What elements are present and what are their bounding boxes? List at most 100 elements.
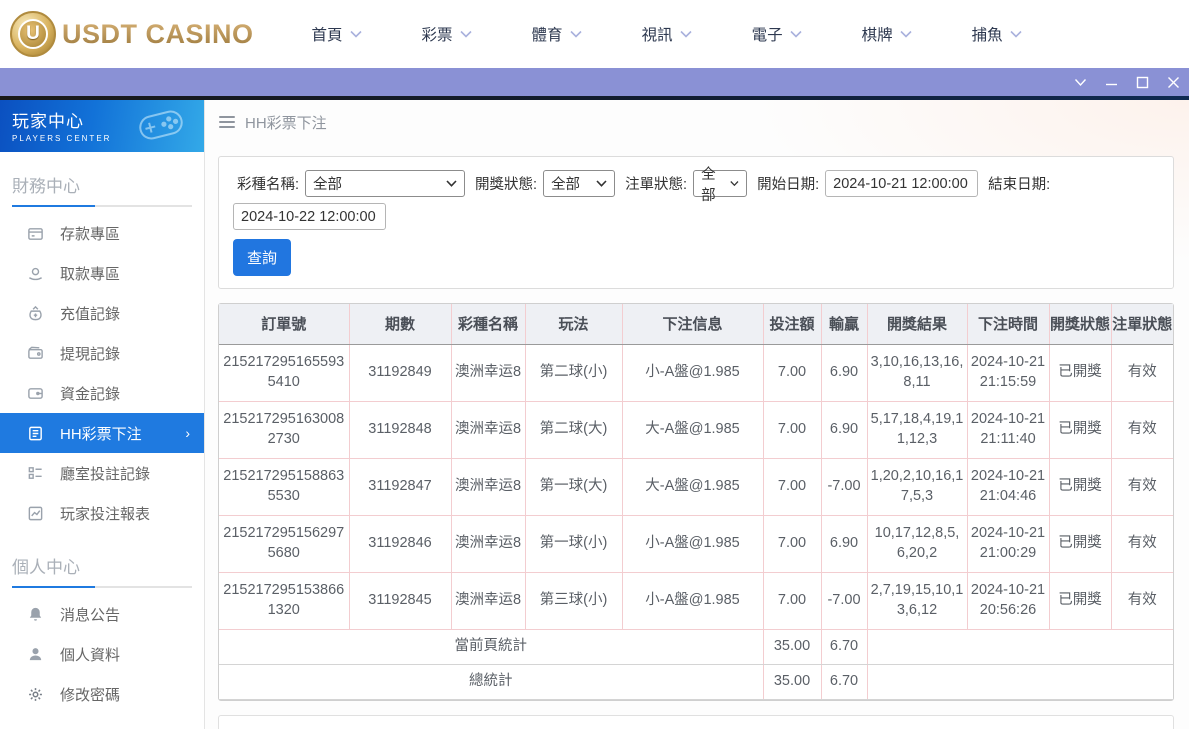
order-status-select[interactable]: 全部 [693,170,747,197]
player-report-icon [26,504,44,522]
main-nav: 首頁 彩票 體育 視訊 電子 棋牌 捕魚 [312,23,1022,45]
col-draw-result: 開獎結果 [867,304,967,344]
nav-item-cards[interactable]: 棋牌 [862,23,912,45]
top-header: U USDT CASINO 首頁 彩票 體育 視訊 電子 棋牌 捕魚 [0,0,1189,68]
table-row: 2152172951562975680 31192846 澳洲幸运8 第一球(小… [219,515,1173,572]
end-date-label: 結束日期: [988,173,1050,194]
sidebar-item-profile[interactable]: 個人資料 [0,634,204,674]
window-chevron-button[interactable] [1065,68,1096,96]
nav-item-live[interactable]: 視訊 [642,23,692,45]
notice-icon [26,605,44,623]
lottery-name-select[interactable]: 全部 [305,170,465,197]
col-bet-time: 下注時間 [967,304,1049,344]
sidebar-item-change-password[interactable]: 修改密碼 [0,674,204,714]
summary-label: 總統計 [219,664,763,699]
start-date-label: 開始日期: [757,173,819,194]
col-draw-status: 開獎狀態 [1049,304,1111,344]
brand-logo: U USDT CASINO [10,11,254,57]
chevron-down-icon [460,30,472,38]
maximize-icon [1136,76,1149,89]
sidebar-item-withdraw[interactable]: 取款專區 [0,253,204,293]
main-content: HH彩票下注 彩種名稱: 全部 開獎狀態: 全部 注單狀態: 全部 [205,100,1189,729]
window-maximize-button[interactable] [1127,68,1158,96]
search-button[interactable]: 查詢 [233,239,291,276]
pagination-bar: 每頁顯示20條 共5条 首页 上一页 [1] 下一页 第 页 跳转 [218,715,1174,729]
sidebar-item-hh-lottery-bets[interactable]: HH彩票下注 › [0,413,204,453]
chevron-down-icon [596,180,607,187]
col-bet-amount: 投注額 [763,304,821,344]
sidebar: 玩家中心 PLAYERS CENTER 財務中心 存款專區 [0,100,205,729]
bets-table: 訂單號 期數 彩種名稱 玩法 下注信息 投注額 輸贏 開獎結果 下注時間 開獎狀… [219,304,1173,700]
hamburger-icon[interactable] [219,116,235,128]
table-row: 2152172951538661320 31192845 澳洲幸运8 第三球(小… [219,572,1173,629]
window-titlebar [0,68,1189,96]
filter-panel: 彩種名稱: 全部 開獎狀態: 全部 注單狀態: 全部 開始日期: 結束日期: [218,156,1174,289]
summary-label: 當前頁統計 [219,629,763,664]
chevron-down-icon [570,30,582,38]
chevron-right-icon: › [185,425,190,441]
sidebar-item-funds-record[interactable]: 資金記錄 [0,373,204,413]
sidebar-section-personal: 個人中心 消息公告 個人資料 修改密碼 [0,547,204,714]
col-period: 期數 [349,304,451,344]
sidebar-item-recharge-record[interactable]: 充值記錄 [0,293,204,333]
window-minimize-button[interactable] [1096,68,1127,96]
table-row: 2152172951588635530 31192847 澳洲幸运8 第一球(大… [219,458,1173,515]
sidebar-item-announcements[interactable]: 消息公告 [0,594,204,634]
gamepad-icon [132,106,190,144]
funds-record-icon [26,384,44,402]
chevron-down-icon [730,180,739,187]
col-win-loss: 輸贏 [821,304,867,344]
profile-icon [26,645,44,663]
breadcrumb: HH彩票下注 [205,100,1189,144]
chevron-down-icon [790,30,802,38]
sidebar-item-room-bet-record[interactable]: 廳室投註記錄 [0,453,204,493]
players-center-banner: 玩家中心 PLAYERS CENTER [0,100,204,152]
chevron-down-icon [350,30,362,38]
recharge-record-icon [26,304,44,322]
col-play: 玩法 [525,304,622,344]
table-row: 2152172951630082730 31192848 澳洲幸运8 第二球(大… [219,401,1173,458]
nav-item-lottery[interactable]: 彩票 [422,23,472,45]
nav-item-home[interactable]: 首頁 [312,23,362,45]
nav-item-fishing[interactable]: 捕魚 [972,23,1022,45]
col-lottery-name: 彩種名稱 [451,304,525,344]
close-icon [1167,76,1180,89]
withdrawal-record-icon [26,344,44,362]
room-bet-record-icon [26,464,44,482]
section-divider [12,586,192,588]
table-header-row: 訂單號 期數 彩種名稱 玩法 下注信息 投注額 輸贏 開獎結果 下注時間 開獎狀… [219,304,1173,344]
table-row: 2152172951655935410 31192849 澳洲幸运8 第二球(小… [219,344,1173,401]
chevron-down-icon [1010,30,1022,38]
bets-table-panel: 訂單號 期數 彩種名稱 玩法 下注信息 投注額 輸贏 開獎結果 下注時間 開獎狀… [218,303,1174,701]
col-order-status: 注單狀態 [1111,304,1173,344]
section-label: 個人中心 [0,547,204,586]
chevron-down-icon [900,30,912,38]
usdt-coin-icon: U [10,11,56,57]
sidebar-item-withdrawal-record[interactable]: 提現記錄 [0,333,204,373]
lottery-name-label: 彩種名稱: [237,173,299,194]
sidebar-item-deposit[interactable]: 存款專區 [0,213,204,253]
current-page-summary-row: 當前頁統計 35.00 6.70 [219,629,1173,664]
window-close-button[interactable] [1158,68,1189,96]
page-title: HH彩票下注 [245,112,327,133]
chevron-down-icon [1074,78,1087,87]
start-date-input[interactable] [825,170,978,197]
col-bet-info: 下注信息 [622,304,763,344]
sidebar-section-finance: 財務中心 存款專區 取款專區 充值記錄 提現記錄 [0,166,204,533]
sidebar-item-player-bet-report[interactable]: 玩家投注報表 [0,493,204,533]
order-status-label: 注單狀態: [625,173,687,194]
section-label: 財務中心 [0,166,204,205]
nav-item-slots[interactable]: 電子 [752,23,802,45]
section-divider [12,205,192,207]
end-date-input[interactable] [233,203,386,230]
total-summary-row: 總統計 35.00 6.70 [219,664,1173,699]
withdraw-icon [26,264,44,282]
password-gear-icon [26,685,44,703]
draw-status-label: 開獎狀態: [475,173,537,194]
lottery-bet-icon [26,424,44,442]
brand-name: USDT CASINO [62,19,254,50]
col-order-no: 訂單號 [219,304,349,344]
nav-item-sports[interactable]: 體育 [532,23,582,45]
chevron-down-icon [446,180,457,187]
draw-status-select[interactable]: 全部 [543,170,615,197]
